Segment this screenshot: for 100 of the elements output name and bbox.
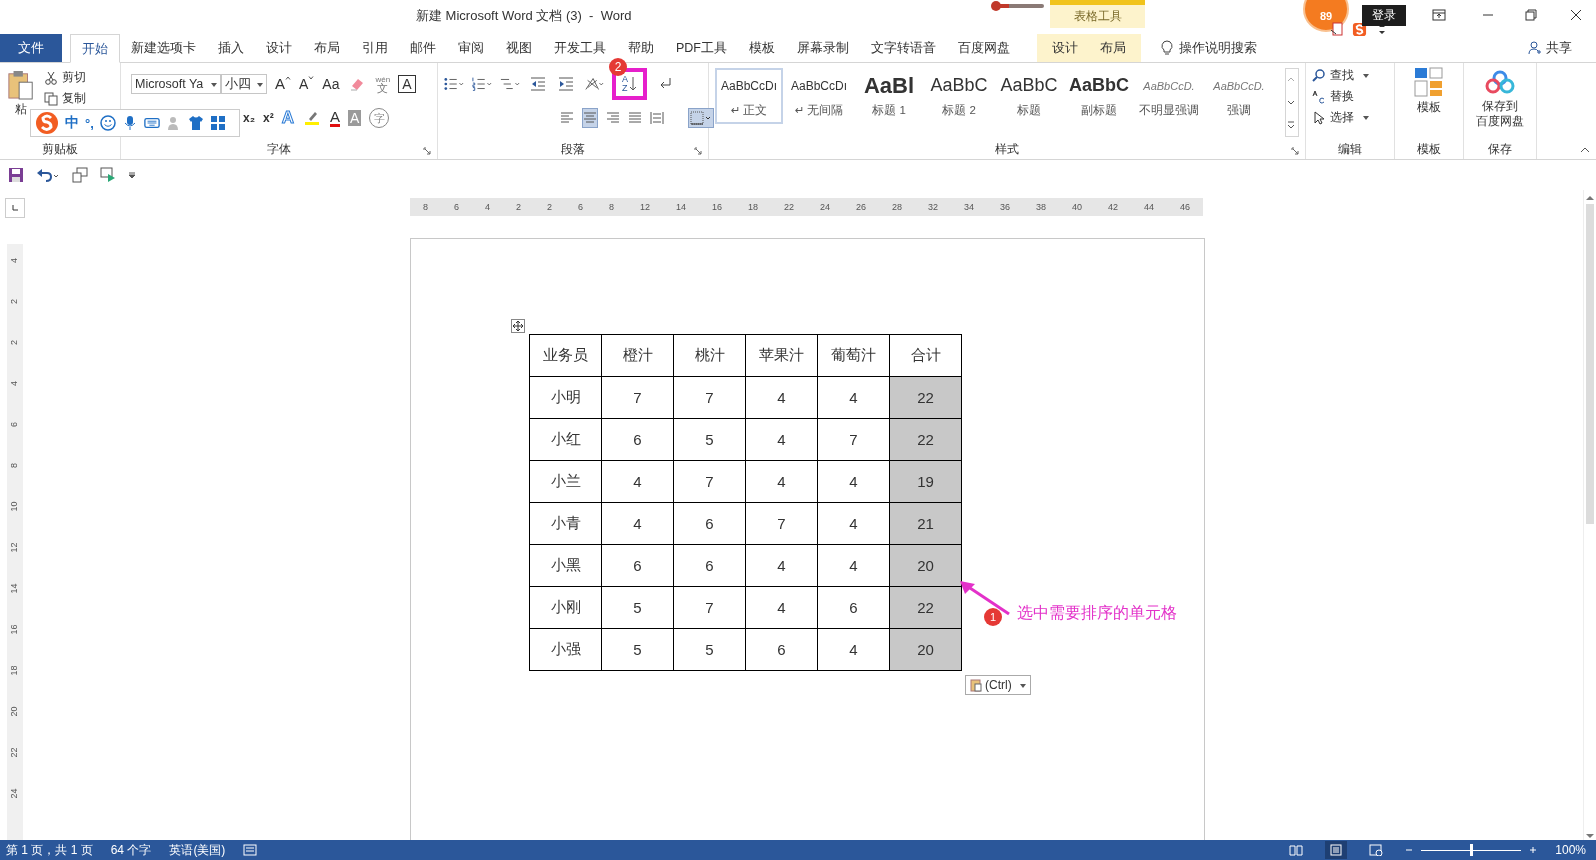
asian-layout-icon[interactable] — [584, 76, 604, 92]
share-button[interactable]: 共享 — [1528, 34, 1572, 62]
style-item[interactable]: AaBl 标题 1 — [855, 68, 923, 124]
find-button[interactable]: 查找 — [1312, 67, 1388, 84]
subscript-button[interactable]: x₂ — [243, 110, 255, 126]
ribbon-tab[interactable]: 模板 — [738, 34, 786, 62]
document-icon[interactable] — [1330, 22, 1344, 36]
bullets-icon[interactable] — [444, 76, 464, 92]
column-header: 葡萄汁 — [817, 334, 890, 377]
print-layout-icon[interactable] — [1325, 841, 1348, 859]
zoom-in-icon[interactable] — [1529, 846, 1538, 854]
login-button[interactable]: 登录 — [1362, 5, 1406, 26]
copy-button[interactable]: 复制 — [44, 90, 86, 107]
font-color-button[interactable]: A — [329, 109, 340, 127]
step-badge: 2 — [609, 58, 627, 76]
multilevel-list-icon[interactable] — [500, 76, 520, 92]
ribbon-tab[interactable]: 布局 — [303, 34, 351, 62]
ribbon-tab[interactable]: 设计 — [255, 34, 303, 62]
font-size-field[interactable]: 小四 — [221, 74, 267, 94]
shirt-icon[interactable] — [187, 115, 204, 131]
restore-icon[interactable] — [1525, 9, 1537, 21]
input-mode-button[interactable]: 中 — [65, 114, 79, 132]
grid-icon[interactable] — [209, 115, 226, 131]
style-item[interactable]: AaBbCcD. 强调 — [1205, 68, 1273, 124]
word-count[interactable]: 64 个字 — [110, 841, 152, 859]
increase-indent-icon[interactable] — [556, 76, 576, 92]
ribbon-tab[interactable]: 百度网盘 — [947, 34, 1021, 62]
zoom-out-icon[interactable] — [1405, 846, 1414, 854]
touch-mode-icon[interactable] — [100, 167, 116, 183]
zoom-level[interactable]: 100% — [1555, 843, 1586, 857]
page-count[interactable]: 第 1 页，共 1 页 — [6, 841, 93, 859]
ribbon-tab[interactable]: 邮件 — [399, 34, 447, 62]
save-to-cloud-button[interactable]: 保存到 百度网盘 — [1476, 67, 1524, 139]
table-cell: 小红 — [529, 418, 602, 461]
gallery-scrollbar[interactable] — [1285, 68, 1299, 137]
macro-record-icon[interactable] — [243, 844, 258, 856]
ribbon-display-icon[interactable] — [1432, 9, 1446, 21]
ribbon-tab[interactable]: 新建选项卡 — [120, 34, 207, 62]
template-button[interactable]: 模板 — [1414, 67, 1444, 139]
tell-me-search[interactable]: 操作说明搜索 — [1179, 34, 1257, 62]
replace-button[interactable]: 替换 — [1312, 88, 1388, 105]
style-item[interactable]: AaBbC 副标题 — [1065, 68, 1133, 124]
step-badge: 1 — [984, 608, 1002, 626]
numbering-icon[interactable] — [472, 76, 492, 92]
borders-button[interactable] — [688, 108, 714, 128]
language-status[interactable]: 英语(美国) — [169, 841, 226, 859]
horizontal-ruler: 8 6 4 2 2 6 8 12 14 16 18 22 24 26 28 32 34 36 38 40 42 44 46 — [410, 198, 1203, 216]
select-button[interactable]: 选择 — [1312, 109, 1388, 126]
replace-icon — [1312, 89, 1326, 104]
style-item[interactable]: AaBbC 标题 — [995, 68, 1063, 124]
ribbon-tab[interactable]: 文字转语音 — [860, 34, 947, 62]
decrease-indent-icon[interactable] — [528, 76, 548, 92]
window-title: 新建 Microsoft Word 文档 (3) - Word — [416, 7, 632, 25]
undo-icon[interactable] — [36, 167, 60, 183]
s-logo-icon[interactable] — [1352, 22, 1367, 37]
scroll-up-icon[interactable] — [1585, 194, 1595, 202]
more-icon[interactable] — [1286, 119, 1296, 130]
keyboard-icon[interactable] — [143, 115, 160, 131]
ribbon-tab[interactable]: 设计 — [1041, 34, 1089, 62]
paste-options-button[interactable]: (Ctrl) — [965, 675, 1031, 695]
document-icon[interactable] — [72, 167, 88, 183]
style-item[interactable]: AaBbCcDı ↵ 无间隔 — [785, 68, 853, 124]
ribbon-tab[interactable]: 引用 — [351, 34, 399, 62]
character-border-button[interactable]: A — [398, 75, 416, 93]
table-move-handle-icon[interactable] — [511, 319, 525, 333]
close-icon[interactable] — [1570, 9, 1582, 21]
dialog-launcher-icon[interactable] — [1291, 147, 1299, 155]
vertical-scrollbar[interactable] — [1583, 190, 1596, 840]
cut-button[interactable]: 剪切 — [44, 69, 86, 86]
change-case-button[interactable]: Aa — [322, 76, 340, 92]
ribbon-tab[interactable]: 屏幕录制 — [786, 34, 860, 62]
superscript-button[interactable]: x² — [263, 110, 274, 126]
dialog-launcher-icon[interactable] — [423, 147, 431, 155]
smiley-icon[interactable] — [99, 115, 116, 131]
ribbon-tab[interactable]: 审阅 — [447, 34, 495, 62]
group-label: 样式 — [995, 140, 1019, 158]
save-icon[interactable] — [8, 167, 24, 183]
collapse-ribbon-icon[interactable] — [1580, 147, 1590, 153]
template-icon — [1414, 67, 1444, 97]
font-name-field[interactable]: Microsoft Ya — [131, 74, 221, 94]
tab-selector[interactable] — [5, 198, 25, 218]
grow-font-button[interactable]: A — [275, 76, 291, 92]
ribbon-tab[interactable]: 插入 — [207, 34, 255, 62]
punctuation-button[interactable]: °, — [85, 115, 94, 131]
ribbon-tab[interactable]: PDF工具 — [665, 34, 738, 62]
table-cell: 22 — [889, 376, 962, 419]
style-item[interactable]: AaBbC 标题 2 — [925, 68, 993, 124]
clipboard-icon — [970, 678, 982, 692]
table-cell: 20 — [889, 544, 962, 587]
paste-button[interactable]: 粘 — [6, 69, 36, 139]
shrink-font-button[interactable]: A — [299, 76, 315, 92]
ribbon-tab[interactable]: 视图 — [495, 34, 543, 62]
phonetic-guide-button[interactable]: wén 文 — [375, 75, 391, 93]
ribbon-tab[interactable]: 布局 — [1089, 34, 1137, 62]
style-item[interactable]: AaBbCcDı ↵ 正文 — [715, 68, 783, 124]
style-item[interactable]: AaBbCcD. 不明显强调 — [1135, 68, 1203, 124]
customize-caret-icon[interactable] — [128, 171, 136, 179]
ribbon-tab[interactable]: 文件 — [0, 34, 62, 62]
ribbon-tab[interactable]: 开始 — [70, 34, 120, 63]
dialog-launcher-icon[interactable] — [694, 147, 702, 155]
